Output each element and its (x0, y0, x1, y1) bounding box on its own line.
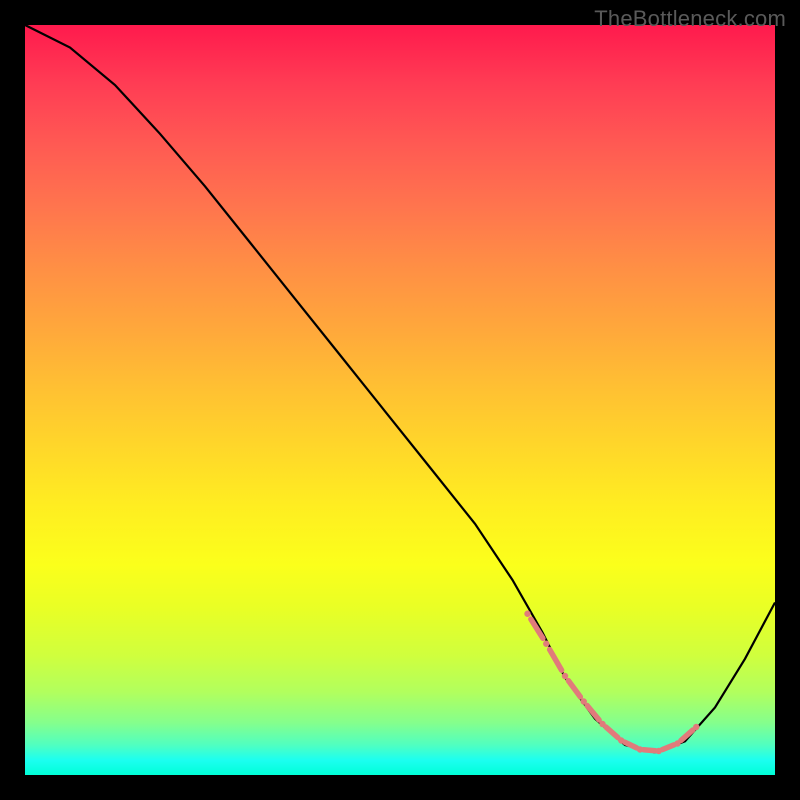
chart-plot-area (25, 25, 775, 775)
marker-dots (524, 611, 699, 755)
chart-svg (25, 25, 775, 775)
curve-path (25, 25, 775, 753)
watermark-text: TheBottleneck.com (594, 6, 786, 32)
